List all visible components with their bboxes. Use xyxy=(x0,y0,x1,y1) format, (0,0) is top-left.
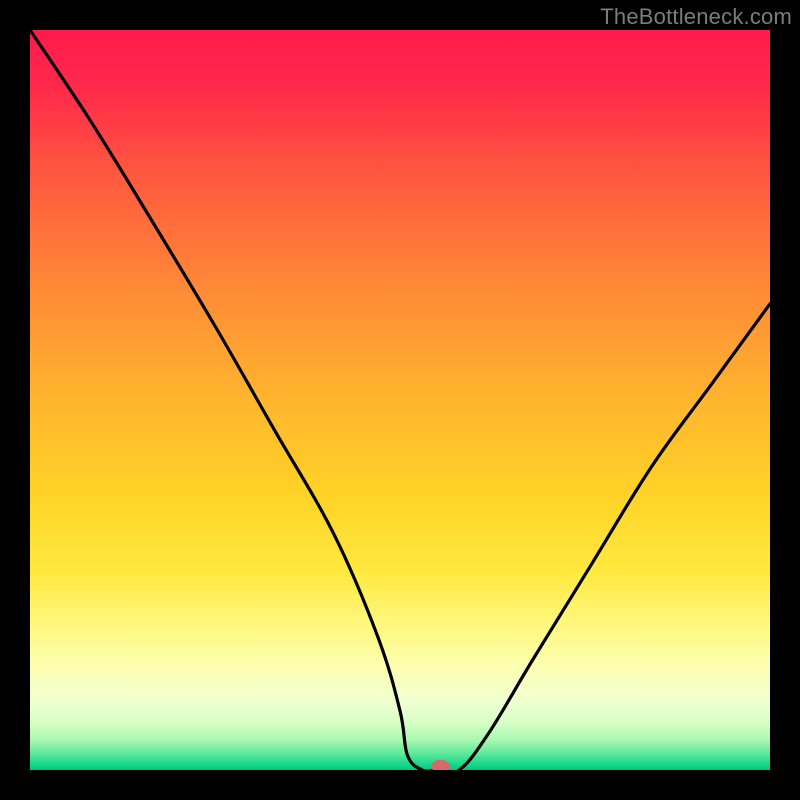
chart-frame: TheBottleneck.com xyxy=(0,0,800,800)
watermark-text: TheBottleneck.com xyxy=(600,4,792,30)
bottleneck-chart xyxy=(30,30,770,770)
gradient-background xyxy=(30,30,770,770)
